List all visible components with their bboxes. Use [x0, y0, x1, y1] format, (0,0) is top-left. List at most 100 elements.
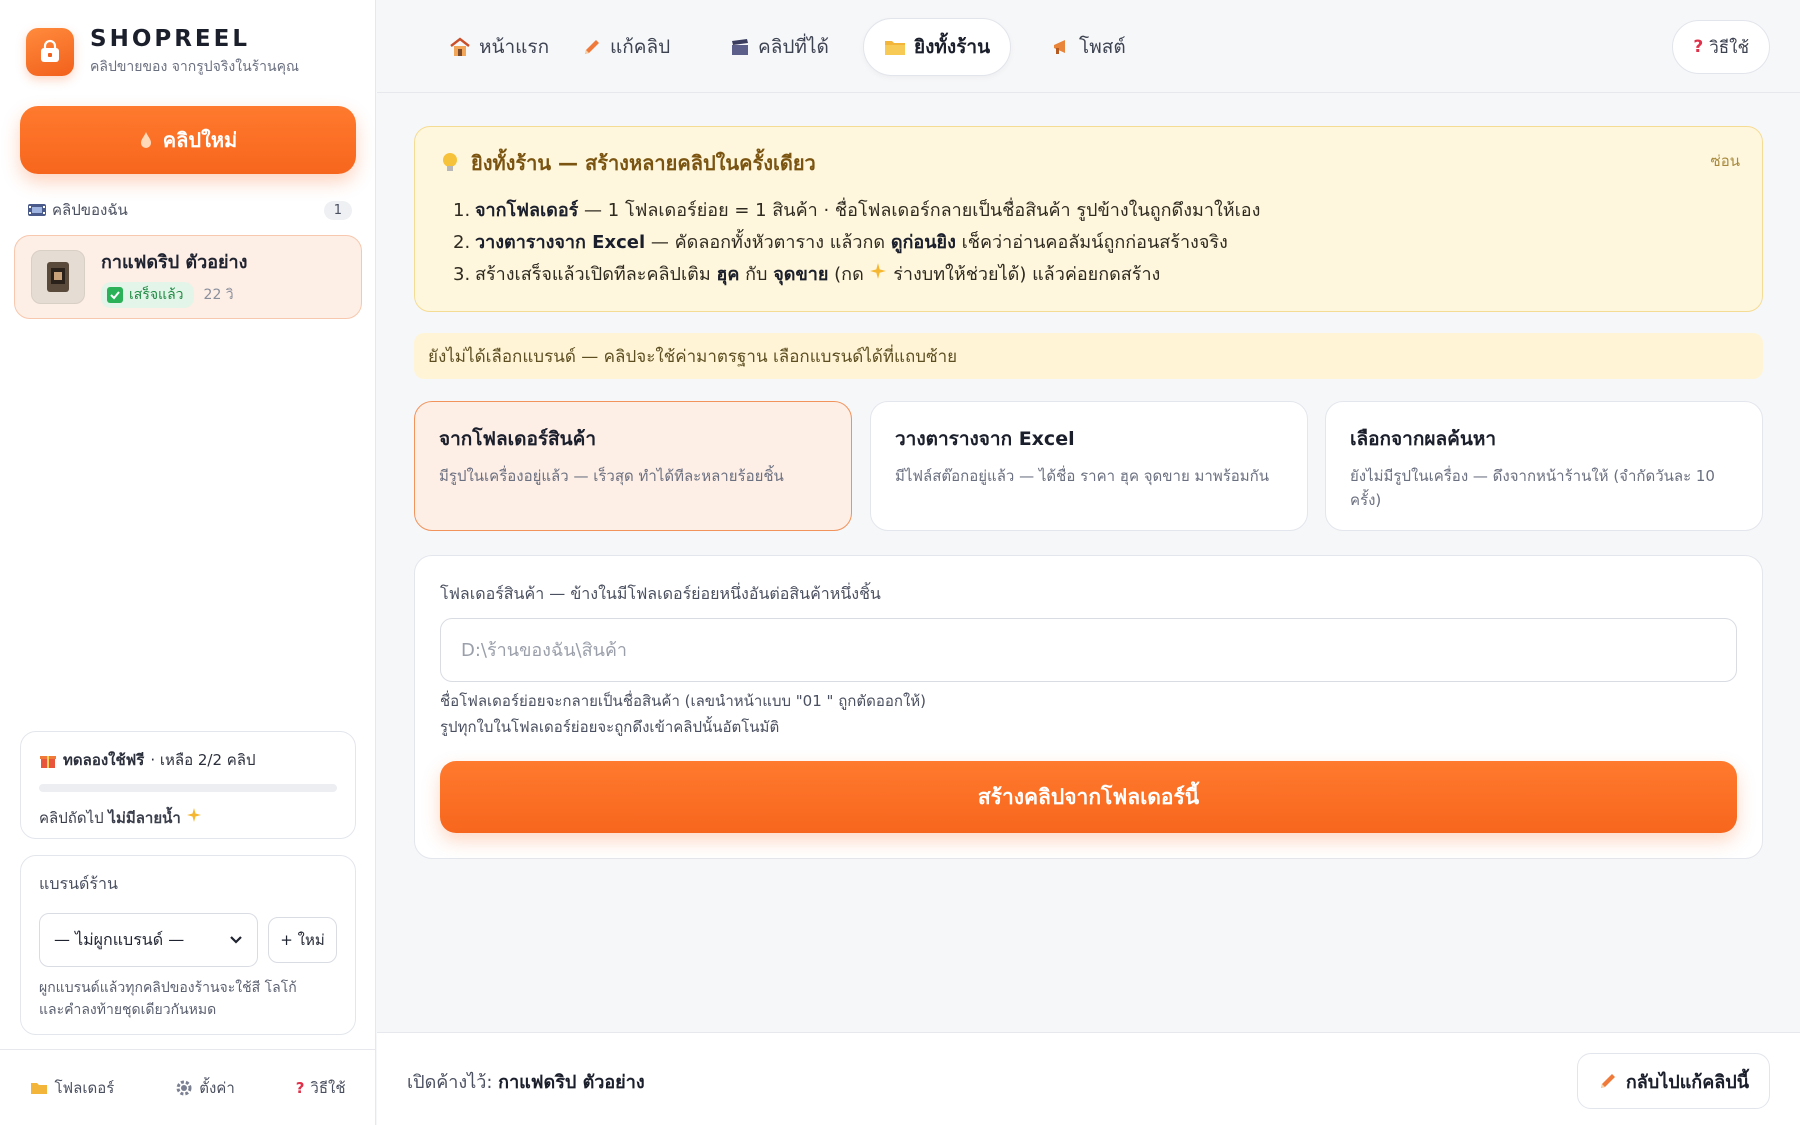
- clip-age: 22 วิ: [203, 286, 234, 303]
- coffee-thumbnail: [31, 250, 85, 304]
- folder-link-label: โฟลเดอร์: [54, 1078, 115, 1097]
- mode-title: วางตารางจาก Excel: [895, 428, 1075, 450]
- mode-desc: มีไฟล์สต๊อกอยู่แล้ว — ได้ชื่อ ราคา ฮุค จ…: [895, 467, 1270, 485]
- trial-label: ทดลองใช้ฟรี: [63, 751, 145, 769]
- step-text: เช็คว่าอ่านคอลัมน์ถูกก่อนสร้างจริง: [955, 232, 1228, 253]
- help-link[interactable]: ? วิธีใช้: [296, 1076, 346, 1100]
- create-from-folder-button[interactable]: สร้างคลิปจากโฟลเดอร์นี้: [440, 761, 1737, 833]
- tab-batch[interactable]: ยิงทั้งร้าน: [863, 18, 1012, 76]
- tab-label: หน้าแรก: [479, 36, 550, 58]
- new-brand-button[interactable]: + ใหม่: [268, 917, 337, 963]
- folder-form: โฟลเดอร์สินค้า — ข้างในมีโฟลเดอร์ย่อยหนึ…: [414, 555, 1763, 859]
- folder-link[interactable]: โฟลเดอร์: [30, 1076, 114, 1100]
- clip-list-item[interactable]: กาแฟดริป ตัวอย่าง เสร็จแล้ว 22 วิ: [14, 235, 362, 319]
- folder-path-input[interactable]: [440, 618, 1737, 682]
- mode-desc: ยังไม่มีรูปในเครื่อง — ดึงจากหน้าร้านให้…: [1350, 467, 1715, 509]
- trial-progress-bar: [39, 784, 337, 792]
- step-text: — 1 โฟลเดอร์ย่อย = 1 สินค้า · ชื่อโฟลเดอ…: [578, 200, 1261, 221]
- hide-tip-link[interactable]: ซ่อน: [1711, 149, 1740, 173]
- tab-label: ยิงทั้งร้าน: [914, 36, 991, 58]
- sidebar-footer: โฟลเดอร์ ตั้งค่า ? วิธีใช้: [0, 1049, 376, 1125]
- brand-select-value: — ไม่ผูกแบรนด์ —: [54, 929, 185, 949]
- step-number: 2.: [453, 232, 471, 253]
- mode-desc: มีรูปในเครื่องอยู่แล้ว — เร็วสุด ทำได้ที…: [439, 467, 784, 485]
- mode-title: เลือกจากผลค้นหา: [1350, 428, 1497, 450]
- step-text: ร่างบทให้ช่วยได้) แล้วค่อยกดสร้าง: [887, 264, 1161, 285]
- status-text: เสร็จแล้ว: [129, 286, 184, 303]
- settings-link[interactable]: ตั้งค่า: [175, 1076, 235, 1100]
- clapper-icon: [730, 37, 750, 57]
- brand-name: SHOPREEL: [90, 26, 251, 52]
- my-clips-label: คลิปของฉัน: [52, 201, 128, 219]
- my-clips-count: 1: [323, 200, 352, 220]
- folder-field-label: โฟลเดอร์สินค้า — ข้างในมีโฟลเดอร์ย่อยหนึ…: [440, 584, 881, 603]
- tip-step: 2. วางตารางจาก Excel — คัดลอกทั้งหัวตาราง…: [453, 227, 1736, 259]
- folder-hint-line: รูปทุกใบในโฟลเดอร์ย่อยจะถูกดึงเข้าคลิปนั…: [440, 718, 780, 736]
- settings-link-label: ตั้งค่า: [199, 1078, 235, 1097]
- top-nav: หน้าแรก แก้คลิป คลิปที่ได้ ยิงทั้งร้าน โ…: [377, 0, 1800, 93]
- trial-next-prefix: คลิปถัดไป: [39, 809, 104, 827]
- step-text: สร้างเสร็จแล้วเปิดทีละคลิปเติม: [475, 264, 717, 285]
- tip-step: 1. จากโฟลเดอร์ — 1 โฟลเดอร์ย่อย = 1 สินค้…: [453, 195, 1736, 227]
- gear-icon: [175, 1079, 193, 1097]
- brand-warning: ยังไม่ได้เลือกแบรนด์ — คลิปจะใช้ค่ามาตรฐ…: [414, 333, 1763, 379]
- tab-label: คลิปที่ได้: [758, 36, 829, 58]
- my-clips-header: คลิปของฉัน 1: [28, 198, 352, 222]
- step-bold: ฮุค: [716, 264, 740, 285]
- question-icon: ?: [1693, 37, 1704, 57]
- megaphone-icon: [1051, 37, 1071, 57]
- tip-step: 3. สร้างเสร็จแล้วเปิดทีละคลิปเติม ฮุค กับ…: [453, 259, 1736, 291]
- brand-tagline: คลิปขายของ จากรูปจริงในร้านคุณ: [90, 59, 299, 75]
- trial-card: ทดลองใช้ฟรี · เหลือ 2/2 คลิป คลิปถัดไป ไ…: [20, 731, 356, 839]
- brand-help: ผูกแบรนด์แล้วทุกคลิปของร้านจะใช้สี โลโก้…: [39, 977, 337, 1022]
- brand-help-line: และคำลงท้ายชุดเดียวกันหมด: [39, 1002, 217, 1019]
- mode-card-folder[interactable]: จากโฟลเดอร์สินค้า มีรูปในเครื่องอยู่แล้ว…: [414, 401, 852, 531]
- sparkles-icon: [869, 262, 887, 280]
- tab-results[interactable]: คลิปที่ได้: [710, 18, 849, 76]
- mode-card-excel[interactable]: วางตารางจาก Excel มีไฟล์สต๊อกอยู่แล้ว — …: [870, 401, 1308, 531]
- folder-hint-line: ชื่อโฟลเดอร์ย่อยจะกลายเป็นชื่อสินค้า (เล…: [440, 692, 927, 710]
- shopping-bag-icon: [26, 28, 74, 76]
- status-badge: เสร็จแล้ว: [101, 281, 194, 308]
- clip-title: กาแฟดริป ตัวอย่าง: [101, 251, 248, 273]
- trial-remaining: · เหลือ 2/2 คลิป: [150, 751, 256, 769]
- lightbulb-icon: [441, 152, 459, 174]
- brand-help-line: ผูกแบรนด์แล้วทุกคลิปของร้านจะใช้สี โลโก้: [39, 980, 297, 996]
- chevron-down-icon: [229, 935, 243, 945]
- mode-card-search[interactable]: เลือกจากผลค้นหา ยังไม่มีรูปในเครื่อง — ด…: [1325, 401, 1763, 531]
- folder-icon: [884, 38, 906, 56]
- mode-title: จากโฟลเดอร์สินค้า: [439, 428, 597, 450]
- house-icon: [449, 37, 471, 57]
- check-icon: [107, 286, 123, 303]
- gift-icon: [39, 751, 57, 769]
- tab-label: โพสต์: [1079, 36, 1126, 58]
- step-bold: จากโฟลเดอร์: [475, 200, 579, 221]
- tab-post[interactable]: โพสต์: [1031, 18, 1146, 76]
- step-number: 1.: [453, 200, 471, 221]
- step-text: — คัดลอกทั้งหัวตาราง แล้วกด: [645, 232, 891, 253]
- back-to-edit-button[interactable]: กลับไปแก้คลิปนี้: [1576, 1053, 1770, 1109]
- brand: SHOPREEL คลิปขายของ จากรูปจริงในร้านคุณ: [26, 26, 299, 78]
- brand-select[interactable]: — ไม่ผูกแบรนด์ —: [39, 913, 259, 967]
- trial-next-bold: ไม่มีลายน้ำ: [108, 809, 181, 827]
- step-bold: วางตารางจาก Excel: [475, 232, 646, 253]
- tab-edit[interactable]: แก้คลิป: [562, 18, 690, 76]
- folder-hint: ชื่อโฟลเดอร์ย่อยจะกลายเป็นชื่อสินค้า (เล…: [440, 688, 926, 740]
- sidebar: SHOPREEL คลิปขายของ จากรูปจริงในร้านคุณ …: [0, 0, 376, 1125]
- bottom-bar: เปิดค้างไว้: กาแฟดริป ตัวอย่าง กลับไปแก้…: [377, 1032, 1800, 1125]
- tab-home[interactable]: หน้าแรก: [429, 18, 569, 76]
- help-button-label: วิธีใช้: [1709, 37, 1749, 58]
- step-bold: ดูก่อนยิง: [890, 232, 956, 253]
- help-link-label: วิธีใช้: [310, 1078, 346, 1097]
- open-clip-name: กาแฟดริป ตัวอย่าง: [498, 1072, 645, 1093]
- step-number: 3.: [453, 264, 471, 285]
- pencil-icon: [582, 37, 602, 57]
- question-icon: ?: [295, 1078, 305, 1097]
- tip-card: ยิงทั้งร้าน — สร้างหลายคลิปในครั้งเดียว …: [414, 126, 1763, 312]
- tip-steps: 1. จากโฟลเดอร์ — 1 โฟลเดอร์ย่อย = 1 สินค้…: [453, 195, 1736, 291]
- tip-title: ยิงทั้งร้าน — สร้างหลายคลิปในครั้งเดียว: [471, 151, 816, 175]
- new-clip-button[interactable]: คลิปใหม่: [20, 106, 356, 174]
- help-button[interactable]: ? วิธีใช้: [1672, 20, 1770, 74]
- step-text: กับ: [739, 264, 774, 285]
- open-clip-status: เปิดค้างไว้: กาแฟดริป ตัวอย่าง: [407, 1067, 645, 1096]
